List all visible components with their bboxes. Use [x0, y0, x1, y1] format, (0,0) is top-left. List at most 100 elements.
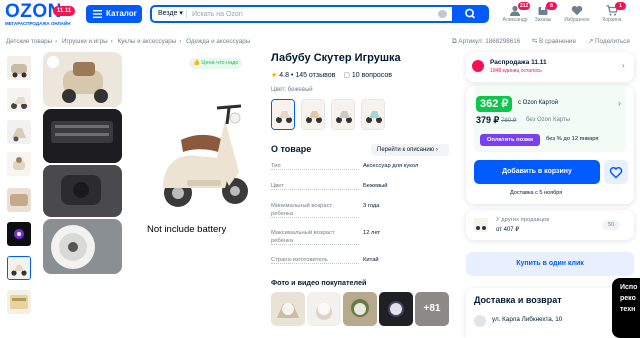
- gallery-thumbnail[interactable]: [7, 290, 31, 314]
- gallery-photo[interactable]: [43, 109, 122, 163]
- cart-badge: 1: [615, 2, 626, 10]
- add-to-cart-button[interactable]: Добавить в корзину: [474, 160, 600, 184]
- thumbnail-image: [7, 188, 31, 212]
- catalog-button[interactable]: Каталог: [86, 5, 142, 23]
- scooter-image: [163, 104, 248, 207]
- header: OZON 11.11 МЕГАРАСПРОДАЖА ОНЛАЙН Каталог…: [0, 0, 640, 32]
- questions-icon: ▢: [343, 72, 350, 79]
- ozon-logo[interactable]: OZON 11.11 МЕГАРАСПРОДАЖА ОНЛАЙН: [5, 2, 77, 28]
- other-sellers[interactable]: У других продавцов от 407 ₽ 50: [466, 210, 634, 240]
- breadcrumb: Детские товары › Игрушки и игры › Куклы и …: [6, 38, 250, 45]
- media-more-count: +81: [423, 303, 441, 314]
- play-icon: [390, 303, 402, 315]
- customer-video-thumbnail[interactable]: [343, 292, 377, 326]
- customer-media-title: Фото и видео покупателей: [271, 278, 367, 287]
- spec-dots: [271, 189, 359, 190]
- search-input[interactable]: [192, 7, 442, 21]
- cart-label: Корзина: [602, 17, 622, 23]
- spec-dots: [271, 244, 359, 245]
- sale-label: Распродажа 11.11: [490, 59, 547, 66]
- color-swatch-selected[interactable]: [271, 99, 295, 130]
- spec-dots: [271, 217, 359, 218]
- other-sellers-price: от 407 ₽: [496, 227, 520, 233]
- breadcrumb-item[interactable]: Куклы и аксессуары: [117, 38, 176, 45]
- delivery-address[interactable]: ул. Карла Либкнехта, 10: [492, 316, 562, 323]
- breadcrumb-item[interactable]: Одежда и аксессуары: [186, 38, 250, 45]
- search-icon: [465, 8, 476, 19]
- swatch-image: [302, 100, 324, 129]
- thumbnail-image: [7, 56, 31, 80]
- heart-icon: [609, 166, 623, 179]
- delivery-date: Доставка с 5 ноября: [510, 190, 563, 196]
- reviews-link[interactable]: 145 отзывов: [295, 72, 335, 79]
- breadcrumb-separator: ›: [55, 38, 58, 45]
- rating-row: ★ 4.8 • 145 отзывов ▢ 10 вопросов: [271, 72, 392, 79]
- share-button[interactable]: ↗ Поделиться: [588, 38, 630, 45]
- color-swatch[interactable]: [361, 99, 385, 130]
- thumbnail-image: [7, 120, 31, 144]
- sale-icon: [472, 60, 484, 72]
- go-to-description-button[interactable]: Перейти к описанию ›: [371, 144, 449, 156]
- ozon-card-price-block[interactable]: 362 ₽ c Ozon Картой › 379 ₽ 780 ₽ без Oz…: [474, 86, 626, 152]
- gallery-thumbnail[interactable]: [7, 120, 31, 144]
- gallery-photo[interactable]: [43, 165, 122, 217]
- pay-later-text: без % до 12 января: [546, 136, 599, 142]
- thumbnail-image: [8, 257, 30, 279]
- rating-value[interactable]: 4.8: [279, 72, 289, 79]
- gallery-thumbnail[interactable]: [7, 56, 31, 80]
- breadcrumb-item[interactable]: Детские товары: [6, 38, 52, 45]
- article-number[interactable]: ⧉ Артикул: 1868298616: [452, 38, 520, 46]
- photo-caption: Not include battery: [147, 224, 227, 235]
- promo-widget[interactable]: Испо реко техн: [612, 278, 640, 338]
- breadcrumb-item[interactable]: Игрушки и игры: [62, 38, 108, 45]
- search-bar: Везде ▾: [150, 5, 489, 23]
- search-button[interactable]: [452, 5, 489, 23]
- gallery-thumbnail-selected[interactable]: [7, 256, 31, 280]
- buy-one-click-button[interactable]: Купить в один клик: [466, 252, 634, 276]
- delivery-block: Доставка и возврат ул. Карла Либкнехта, …: [466, 288, 634, 338]
- search-scope-select[interactable]: Везде ▾: [158, 7, 183, 21]
- gallery-photo[interactable]: [43, 219, 122, 274]
- customer-media-more[interactable]: +81: [415, 292, 449, 326]
- about-title: О товаре: [271, 144, 312, 154]
- add-to-cart-label: Добавить в корзину: [502, 168, 572, 175]
- favorite-button[interactable]: [604, 160, 628, 184]
- pay-later-button[interactable]: Оплатить позже: [480, 134, 540, 146]
- main-product-photo[interactable]: 👍 Цена что надо Not include battery: [127, 56, 263, 246]
- header-cart[interactable]: 1 Корзина: [592, 2, 632, 29]
- gallery-photo[interactable]: [43, 52, 122, 107]
- gallery-thumbnail[interactable]: [7, 222, 31, 246]
- favorites-label: Избранное: [564, 17, 590, 23]
- catalog-label: Каталог: [106, 9, 137, 18]
- share-icon: ↗: [588, 38, 594, 45]
- video-360-icon[interactable]: [47, 56, 59, 68]
- regular-price: 379 ₽: [476, 115, 500, 125]
- description-link-label: Перейти к описанию: [377, 147, 435, 153]
- customer-video-thumbnail[interactable]: [271, 292, 305, 326]
- star-icon: ★: [271, 72, 278, 79]
- gallery-thumbnail[interactable]: [7, 152, 31, 176]
- camera-search-icon[interactable]: [438, 10, 447, 18]
- color-swatch[interactable]: [301, 99, 325, 130]
- spec-key: Минимальный возраст ребенка: [271, 203, 333, 217]
- color-swatch[interactable]: [331, 99, 355, 130]
- header-favorites[interactable]: Избранное: [557, 5, 597, 29]
- breadcrumb-separator: ›: [179, 38, 182, 45]
- promo-line: техн: [620, 306, 636, 313]
- logo-subtitle: МЕГАРАСПРОДАЖА ОНЛАЙН: [5, 21, 71, 26]
- gallery-thumbnail[interactable]: [7, 188, 31, 212]
- ozon-card-label: c Ozon Картой: [518, 100, 559, 106]
- sale-banner[interactable]: Распродажа 11.11 1948 единиц осталось ›: [466, 52, 634, 82]
- questions-link[interactable]: 10 вопросов: [352, 72, 392, 79]
- compare-button[interactable]: ⇆ В сравнение: [532, 38, 576, 45]
- sale-sublabel: 1948 единиц осталось: [490, 68, 542, 74]
- other-seller-image: [474, 218, 488, 232]
- customer-video-thumbnail[interactable]: [307, 292, 341, 326]
- old-price: 780 ₽: [501, 118, 517, 124]
- thumbnail-image: [7, 222, 31, 246]
- copy-icon: ⧉: [452, 38, 457, 45]
- orders-badge: 8: [546, 2, 557, 10]
- spec-dots: [271, 263, 359, 264]
- customer-video-thumbnail[interactable]: [379, 292, 413, 326]
- gallery-thumbnail[interactable]: [7, 88, 31, 112]
